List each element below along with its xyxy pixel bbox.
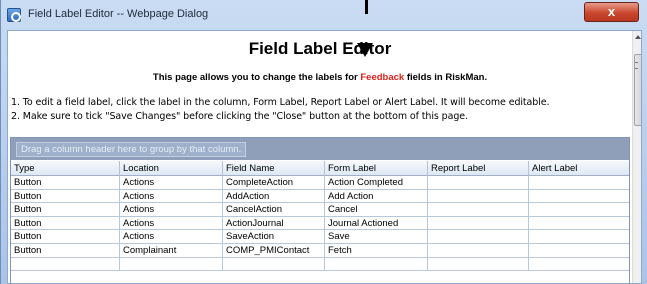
vertical-scrollbar[interactable] <box>632 31 641 283</box>
close-button[interactable]: x <box>584 2 639 22</box>
cell-location <box>120 257 223 272</box>
instruction-1: 1. To edit a field label, click the labe… <box>11 97 550 108</box>
title-bar: Field Label Editor -- Webpage Dialog x <box>1 0 647 30</box>
table-row: Button Actions ActionJournal Journal Act… <box>11 216 629 231</box>
cell-form-label[interactable]: Action Completed <box>325 176 428 190</box>
subtitle-highlight: Feedback <box>360 72 405 83</box>
cell-location: Actions <box>120 230 223 244</box>
scrollbar-grip-icon <box>635 62 638 69</box>
instruction-2: 2. Make sure to tick "Save Changes" befo… <box>11 111 468 122</box>
subtitle-suffix: fields in RiskMan. <box>404 72 488 83</box>
header-form-label[interactable]: Form Label <box>325 161 428 176</box>
table-row: Button Actions CancelAction Cancel <box>11 203 629 217</box>
table-row: Button Actions SaveAction Save <box>11 230 629 244</box>
scroll-up-icon[interactable] <box>635 35 641 39</box>
table-row: Button Actions AddAction Add Action <box>11 189 629 204</box>
cell-alert-label[interactable] <box>529 230 629 244</box>
subtitle-prefix: This page allows you to change the label… <box>152 72 361 83</box>
cell-alert-label[interactable] <box>529 190 629 204</box>
cell-report-label[interactable] <box>428 257 529 272</box>
cell-location: Actions <box>120 203 223 217</box>
cell-location: Actions <box>120 176 223 190</box>
cell-type: Button <box>11 216 120 231</box>
header-type[interactable]: Type <box>11 161 120 176</box>
table-row: Button Actions CompleteAction Action Com… <box>11 176 629 190</box>
grid-rows: Button Actions CompleteAction Action Com… <box>11 176 629 272</box>
cell-report-label[interactable] <box>428 189 529 204</box>
cell-field-name: COMP_PMIContact <box>223 243 325 258</box>
group-hint: Drag a column header here to group by th… <box>16 142 247 157</box>
cell-type: Button <box>11 243 120 258</box>
cell-form-label[interactable]: Cancel <box>325 203 428 217</box>
cell-type: Button <box>11 189 120 204</box>
cell-alert-label[interactable] <box>529 244 629 258</box>
window-title: Field Label Editor -- Webpage Dialog <box>28 8 209 20</box>
cell-alert-label[interactable] <box>529 217 629 231</box>
cell-report-label[interactable] <box>428 176 529 190</box>
dialog-window: Field Label Editor -- Webpage Dialog x F… <box>0 0 647 284</box>
cell-form-label[interactable]: Add Action <box>325 189 428 204</box>
cell-form-label[interactable]: Journal Actioned <box>325 216 428 231</box>
header-report-label[interactable]: Report Label <box>428 161 529 176</box>
cell-report-label[interactable] <box>428 216 529 231</box>
cell-form-label[interactable] <box>325 257 428 272</box>
cell-alert-label[interactable] <box>529 258 629 272</box>
field-label-grid: Drag a column header here to group by th… <box>10 137 630 283</box>
cell-location: Actions <box>120 189 223 204</box>
cell-field-name <box>223 257 325 272</box>
cell-type: Button <box>11 176 120 190</box>
header-field-name[interactable]: Field Name <box>223 161 325 176</box>
page-subtitle: This page allows you to change the label… <box>8 72 632 83</box>
cell-form-label[interactable]: Fetch <box>325 243 428 258</box>
cell-type: Button <box>11 230 120 244</box>
cell-form-label[interactable]: Save <box>325 230 428 244</box>
cell-alert-label[interactable] <box>529 176 629 190</box>
cell-report-label[interactable] <box>428 230 529 244</box>
header-alert-label[interactable]: Alert Label <box>529 161 629 176</box>
cell-type <box>11 257 120 272</box>
table-row: Button Complainant COMP_PMIContact Fetch <box>11 243 629 258</box>
cell-location: Complainant <box>120 243 223 258</box>
cell-field-name: CancelAction <box>223 203 325 217</box>
cell-type: Button <box>11 203 120 217</box>
cell-alert-label[interactable] <box>529 203 629 217</box>
cell-field-name: CompleteAction <box>223 176 325 190</box>
dialog-content: Field Label Editor This page allows you … <box>7 30 642 284</box>
table-row-partial <box>11 257 629 272</box>
page-title: Field Label Editor <box>248 39 392 58</box>
grid-header: Type Location Field Name Form Label Repo… <box>11 161 629 176</box>
group-by-panel[interactable]: Drag a column header here to group by th… <box>11 138 629 160</box>
cell-report-label[interactable] <box>428 243 529 258</box>
ie-icon <box>7 8 21 22</box>
cell-field-name: AddAction <box>223 189 325 204</box>
annotation-arrow-shaft <box>365 0 368 14</box>
annotation-arrow-icon <box>357 43 373 57</box>
cell-field-name: ActionJournal <box>223 216 325 231</box>
cell-location: Actions <box>120 216 223 231</box>
cell-field-name: SaveAction <box>223 230 325 244</box>
header-location[interactable]: Location <box>120 161 223 176</box>
cell-report-label[interactable] <box>428 203 529 217</box>
